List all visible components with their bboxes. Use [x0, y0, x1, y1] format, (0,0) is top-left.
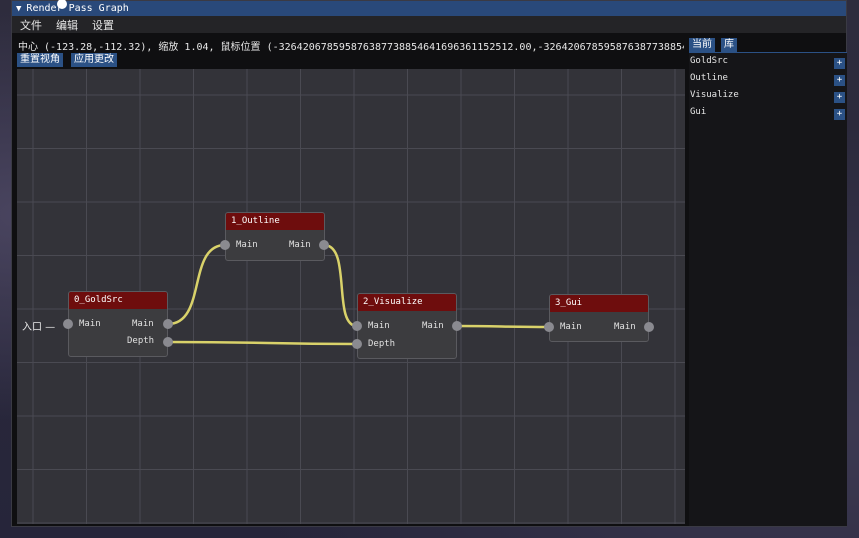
node-goldsrc-output-depth-pin[interactable] [163, 337, 173, 347]
node-outline-input-main-pin[interactable] [220, 240, 230, 250]
node-gui[interactable]: 3_Gui [549, 294, 649, 342]
menu-file[interactable]: 文件 [20, 17, 42, 33]
tab-current[interactable]: 当前 [689, 38, 715, 52]
node-goldsrc-output-depth-label: Depth [127, 336, 155, 346]
node-goldsrc-output-main-pin[interactable] [163, 319, 173, 329]
reset-view-button[interactable]: 重置视角 [17, 53, 63, 67]
add-outline-button[interactable]: + [834, 75, 845, 86]
library-item-outline: Outline + [690, 73, 846, 87]
graph-canvas[interactable]: 入口 — 0_GoldSrc Main Main Depth 1_Outline… [17, 69, 685, 524]
node-gui-output-main-label: Main [614, 322, 636, 332]
view-status-text: 中心 (-123.28,-112.32), 缩放 1.04, 鼠标位置 (-32… [18, 42, 684, 52]
menu-bar: 文件 编辑 设置 [12, 16, 846, 33]
node-visualize-input-depth-label: Depth [368, 339, 396, 349]
library-item-gui: Gui + [690, 107, 846, 121]
node-gui-input-main-pin[interactable] [544, 322, 554, 332]
render-pass-graph-window: ▼ Render Pass Graph 文件 编辑 设置 中心 (-123.28… [11, 0, 847, 527]
add-visualize-button[interactable]: + [834, 92, 845, 103]
node-outline-output-main-pin[interactable] [319, 240, 329, 250]
node-title: 3_Gui [550, 295, 648, 312]
node-visualize-input-main-pin[interactable] [352, 321, 362, 331]
menu-settings[interactable]: 设置 [92, 17, 114, 33]
node-gui-input-main-label: Main [560, 322, 582, 332]
entry-label: 入口 — [22, 322, 56, 333]
node-outline-input-main-label: Main [236, 240, 258, 250]
library-item-label: Visualize [690, 90, 739, 100]
node-goldsrc-input-main-pin[interactable] [63, 319, 73, 329]
node-outline[interactable]: 1_Outline [225, 212, 325, 261]
add-gui-button[interactable]: + [834, 109, 845, 120]
node-title: 0_GoldSrc [69, 292, 167, 309]
node-gui-output-main-pin[interactable] [644, 322, 654, 332]
node-visualize-input-depth-pin[interactable] [352, 339, 362, 349]
library-item-label: GoldSrc [690, 56, 728, 66]
node-title: 2_Visualize [358, 294, 456, 311]
node-visualize-output-main-label: Main [422, 321, 444, 331]
window-title: Render Pass Graph [26, 3, 129, 14]
node-goldsrc-input-main-label: Main [79, 319, 101, 329]
menu-edit[interactable]: 编辑 [56, 17, 78, 33]
collapse-triangle-icon[interactable]: ▼ [16, 4, 21, 14]
node-goldsrc-output-main-label: Main [132, 319, 154, 329]
library-panel [689, 52, 847, 526]
node-outline-output-main-label: Main [289, 240, 311, 250]
node-visualize-input-main-label: Main [368, 321, 390, 331]
wire-outline-main-to-visualize-main [323, 243, 358, 328]
add-goldsrc-button[interactable]: + [834, 58, 845, 69]
library-item-visualize: Visualize + [690, 90, 846, 104]
node-title: 1_Outline [226, 213, 324, 230]
wire-goldsrc-main-to-outline-main [167, 243, 226, 326]
window-title-bar[interactable]: ▼ Render Pass Graph [12, 1, 846, 16]
wire-goldsrc-depth-to-visualize-depth [167, 340, 358, 346]
apply-changes-button[interactable]: 应用更改 [71, 53, 117, 67]
wire-visualize-main-to-gui-main [456, 324, 550, 329]
node-visualize-output-main-pin[interactable] [452, 321, 462, 331]
tab-underline [689, 52, 847, 53]
library-item-label: Gui [690, 107, 707, 117]
library-item-label: Outline [690, 73, 728, 83]
library-item-goldsrc: GoldSrc + [690, 56, 846, 70]
tab-library[interactable]: 库 [721, 38, 737, 52]
